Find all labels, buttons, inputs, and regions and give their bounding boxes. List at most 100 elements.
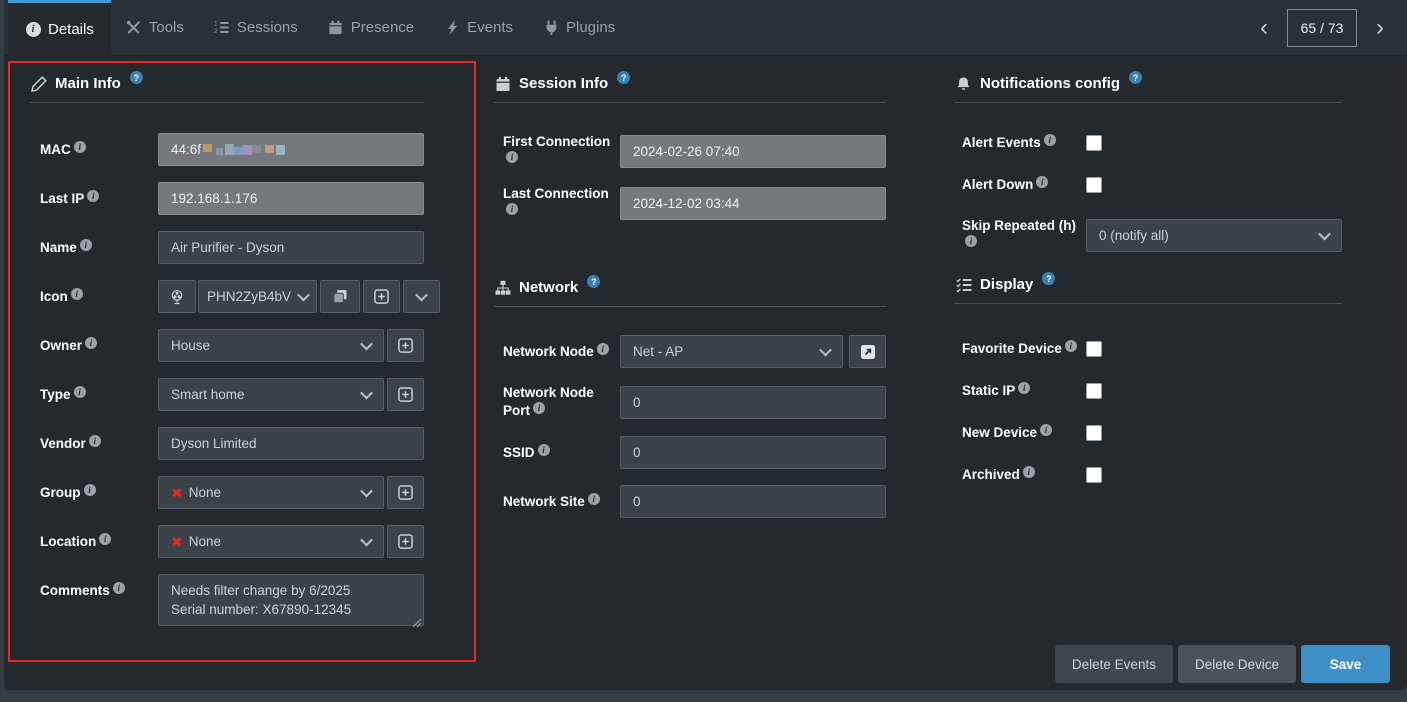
info-icon[interactable]: i bbox=[80, 239, 92, 251]
info-icon[interactable]: i bbox=[113, 582, 125, 594]
network-node-label: Network Nodei bbox=[503, 343, 620, 361]
plus-square-icon bbox=[398, 387, 413, 402]
info-icon[interactable]: i bbox=[597, 343, 609, 355]
main-info-title: Main Info ? bbox=[30, 75, 424, 93]
copy-icon-button[interactable] bbox=[320, 280, 360, 313]
expand-icon-button[interactable] bbox=[403, 280, 440, 313]
owner-select[interactable]: House bbox=[158, 329, 384, 362]
field-row-archived: Archivedi bbox=[955, 465, 1342, 485]
info-icon[interactable]: i bbox=[506, 151, 518, 163]
field-row-type: Typei Smart home bbox=[30, 378, 424, 411]
tab-tools-label: Tools bbox=[149, 19, 184, 36]
network-node-port-field[interactable] bbox=[620, 386, 886, 419]
add-group-button[interactable] bbox=[387, 476, 424, 509]
info-icon[interactable]: i bbox=[506, 203, 518, 215]
location-select[interactable]: ✖None bbox=[158, 525, 384, 558]
info-icon[interactable]: i bbox=[84, 484, 96, 496]
info-icon[interactable]: i bbox=[965, 235, 977, 247]
vendor-field[interactable] bbox=[158, 427, 424, 460]
help-icon[interactable]: ? bbox=[587, 275, 600, 288]
clone-icon bbox=[333, 289, 348, 304]
field-row-skip-repeated: Skip Repeated (h)i 0 (notify all) bbox=[955, 217, 1342, 253]
info-icon[interactable]: i bbox=[74, 141, 86, 153]
alert-down-checkbox[interactable] bbox=[1086, 177, 1102, 193]
tab-tools[interactable]: Tools bbox=[111, 0, 199, 55]
session-info-title: Session Info ? bbox=[494, 75, 886, 93]
tab-events[interactable]: Events bbox=[429, 0, 528, 55]
divider bbox=[30, 102, 424, 103]
calendar-icon bbox=[494, 75, 511, 92]
help-icon[interactable]: ? bbox=[130, 71, 143, 84]
field-row-network-node-port: Network Node Porti bbox=[494, 384, 886, 420]
field-row-last-connection: Last Connectioni 2024-12-02 03:44 bbox=[494, 185, 886, 221]
ssid-field[interactable] bbox=[620, 436, 886, 469]
display-title: Display ? bbox=[955, 276, 1342, 294]
chevron-down-icon bbox=[360, 338, 373, 351]
tab-plugins[interactable]: Plugins bbox=[528, 0, 630, 55]
delete-device-button[interactable]: Delete Device bbox=[1178, 645, 1296, 683]
add-icon-button[interactable] bbox=[363, 280, 400, 313]
tab-sessions[interactable]: 12 Sessions bbox=[199, 0, 313, 55]
icon-select[interactable]: PHN2ZyB4bV bbox=[198, 280, 317, 313]
info-icon[interactable]: i bbox=[533, 402, 545, 414]
divider bbox=[494, 102, 886, 103]
add-location-button[interactable] bbox=[387, 525, 424, 558]
add-type-button[interactable] bbox=[387, 378, 424, 411]
help-icon[interactable]: ? bbox=[1129, 71, 1142, 84]
mac-label: MACi bbox=[40, 141, 158, 159]
info-icon[interactable]: i bbox=[1018, 382, 1030, 394]
last-ip-field: 192.168.1.176 bbox=[158, 182, 424, 215]
add-owner-button[interactable] bbox=[387, 329, 424, 362]
tab-presence[interactable]: Presence bbox=[313, 0, 429, 55]
info-icon[interactable]: i bbox=[87, 190, 99, 202]
fan-icon bbox=[169, 289, 185, 305]
info-icon[interactable]: i bbox=[74, 386, 86, 398]
name-field[interactable] bbox=[158, 231, 424, 264]
field-row-ssid: SSIDi bbox=[494, 436, 886, 469]
alert-events-checkbox[interactable] bbox=[1086, 135, 1102, 151]
info-icon[interactable]: i bbox=[1044, 134, 1056, 146]
field-row-first-connection: First Connectioni 2024-02-26 07:40 bbox=[494, 133, 886, 169]
info-icon[interactable]: i bbox=[71, 288, 83, 300]
info-icon[interactable]: i bbox=[1036, 176, 1048, 188]
notifications-config-title: Notifications config ? bbox=[955, 75, 1342, 93]
info-icon[interactable]: i bbox=[1023, 466, 1035, 478]
next-device-button[interactable]: › bbox=[1367, 9, 1393, 47]
device-icon-preview bbox=[158, 280, 196, 313]
last-ip-label: Last IPi bbox=[40, 190, 158, 208]
tools-icon bbox=[126, 20, 142, 36]
network-node-select[interactable]: Net - AP bbox=[620, 335, 843, 368]
info-icon[interactable]: i bbox=[1040, 424, 1052, 436]
plus-square-icon bbox=[398, 534, 413, 549]
info-icon[interactable]: i bbox=[588, 493, 600, 505]
comments-field[interactable]: Needs filter change by 6/2025 Serial num… bbox=[158, 574, 424, 626]
network-site-field[interactable] bbox=[620, 485, 886, 518]
info-icon[interactable]: i bbox=[1065, 340, 1077, 352]
prev-device-button[interactable]: ‹ bbox=[1251, 9, 1277, 47]
new-device-checkbox[interactable] bbox=[1086, 425, 1102, 441]
archived-checkbox[interactable] bbox=[1086, 467, 1102, 483]
tab-sessions-label: Sessions bbox=[237, 19, 298, 36]
open-network-node-button[interactable] bbox=[849, 335, 886, 368]
main-info-section: Main Info ? MACi 44:6f Last IPi 192.168.… bbox=[8, 62, 476, 647]
skip-repeated-select[interactable]: 0 (notify all) bbox=[1086, 219, 1342, 252]
group-select[interactable]: ✖None bbox=[158, 476, 384, 509]
info-icon[interactable]: i bbox=[538, 444, 550, 456]
tasks-icon bbox=[955, 276, 972, 293]
help-icon[interactable]: ? bbox=[1042, 272, 1055, 285]
info-icon[interactable]: i bbox=[85, 337, 97, 349]
tab-details-label: Details bbox=[48, 21, 94, 38]
tab-details[interactable]: i Details bbox=[8, 0, 111, 56]
type-select[interactable]: Smart home bbox=[158, 378, 384, 411]
favorite-device-checkbox[interactable] bbox=[1086, 341, 1102, 357]
red-x-icon: ✖ bbox=[171, 486, 183, 500]
static-ip-checkbox[interactable] bbox=[1086, 383, 1102, 399]
device-counter[interactable]: 65 / 73 bbox=[1287, 9, 1357, 47]
info-icon[interactable]: i bbox=[99, 533, 111, 545]
save-button[interactable]: Save bbox=[1301, 645, 1390, 683]
delete-events-button[interactable]: Delete Events bbox=[1055, 645, 1173, 683]
info-icon[interactable]: i bbox=[89, 435, 101, 447]
device-pager: ‹ 65 / 73 › bbox=[1251, 0, 1407, 55]
field-row-network-node: Network Nodei Net - AP bbox=[494, 335, 886, 368]
help-icon[interactable]: ? bbox=[617, 71, 630, 84]
